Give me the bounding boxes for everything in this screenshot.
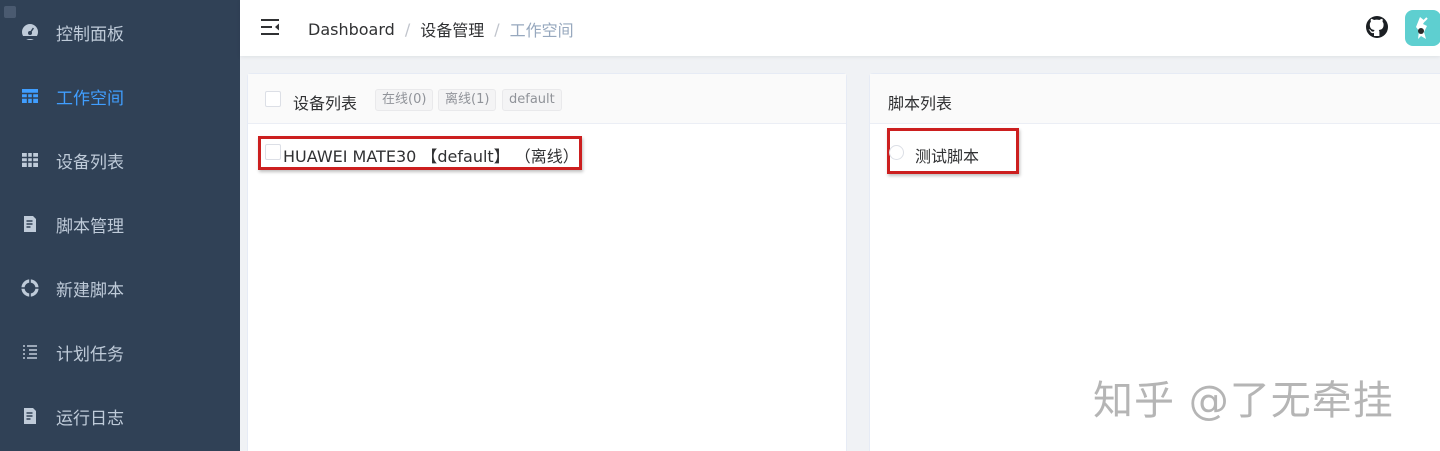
sidebar: 控制面板 工作空间 设备列表 脚本管理 新建脚本 计划任务 运行日志 [0,0,240,451]
breadcrumb-separator: / [494,19,500,39]
script-list-title: 脚本列表 [888,94,953,113]
select-all-devices-checkbox[interactable] [265,91,281,107]
sidebar-item-label: 新建脚本 [56,280,124,301]
github-icon[interactable] [1365,15,1389,39]
default-group-tag[interactable]: default [502,89,562,111]
device-list-header: 设备列表 在线(0) 离线(1) default [248,74,846,124]
online-count-tag[interactable]: 在线(0) [375,89,434,111]
device-list-panel: 设备列表 在线(0) 离线(1) default HUAWEI MATE30 【… [247,73,847,451]
sidebar-item-new-script[interactable]: 新建脚本 [0,256,240,320]
sidebar-item-script-management[interactable]: 脚本管理 [0,192,240,256]
sidebar-item-dashboard[interactable]: 控制面板 [0,0,240,64]
script-item[interactable]: 测试脚本 [915,143,979,167]
breadcrumb-item-workspace: 工作空间 [509,21,574,40]
sidebar-item-workspace[interactable]: 工作空间 [0,64,240,128]
top-navbar: Dashboard / 设备管理 / 工作空间 [240,0,1440,56]
script-radio[interactable] [889,145,904,160]
sidebar-item-label: 脚本管理 [56,216,124,237]
sidebar-item-label: 工作空间 [56,88,124,109]
sidebar-item-run-log[interactable]: 运行日志 [0,384,240,448]
sidebar-item-label: 运行日志 [56,408,124,429]
breadcrumb-item-device-management[interactable]: 设备管理 [420,17,484,41]
watermark: 知乎 @了无牵挂 [1093,378,1394,424]
list-icon [21,343,39,361]
device-item[interactable]: HUAWEI MATE30 【default】 （离线） [283,143,579,167]
sidebar-item-device-list[interactable]: 设备列表 [0,128,240,192]
breadcrumb: Dashboard / 设备管理 / 工作空间 [308,17,574,41]
script-list-header: 脚本列表 [870,74,1440,124]
breadcrumb-item-dashboard[interactable]: Dashboard [308,20,395,39]
hamburger-icon[interactable] [260,18,280,36]
user-avatar[interactable] [1405,10,1440,46]
breadcrumb-separator: / [404,19,411,39]
grid-icon [21,87,39,105]
log-icon [21,407,39,425]
offline-count-tag[interactable]: 离线(1) [438,89,497,111]
dashboard-icon [21,23,39,41]
sidebar-item-label: 设备列表 [56,152,124,173]
lifebuoy-icon [21,279,39,297]
document-icon [21,215,39,233]
device-checkbox[interactable] [265,144,281,160]
sidebar-item-label: 计划任务 [56,344,124,365]
device-list-title: 设备列表 [293,94,358,113]
table-icon [21,151,39,169]
sidebar-item-scheduled-tasks[interactable]: 计划任务 [0,320,240,384]
sidebar-item-label: 控制面板 [56,24,124,45]
